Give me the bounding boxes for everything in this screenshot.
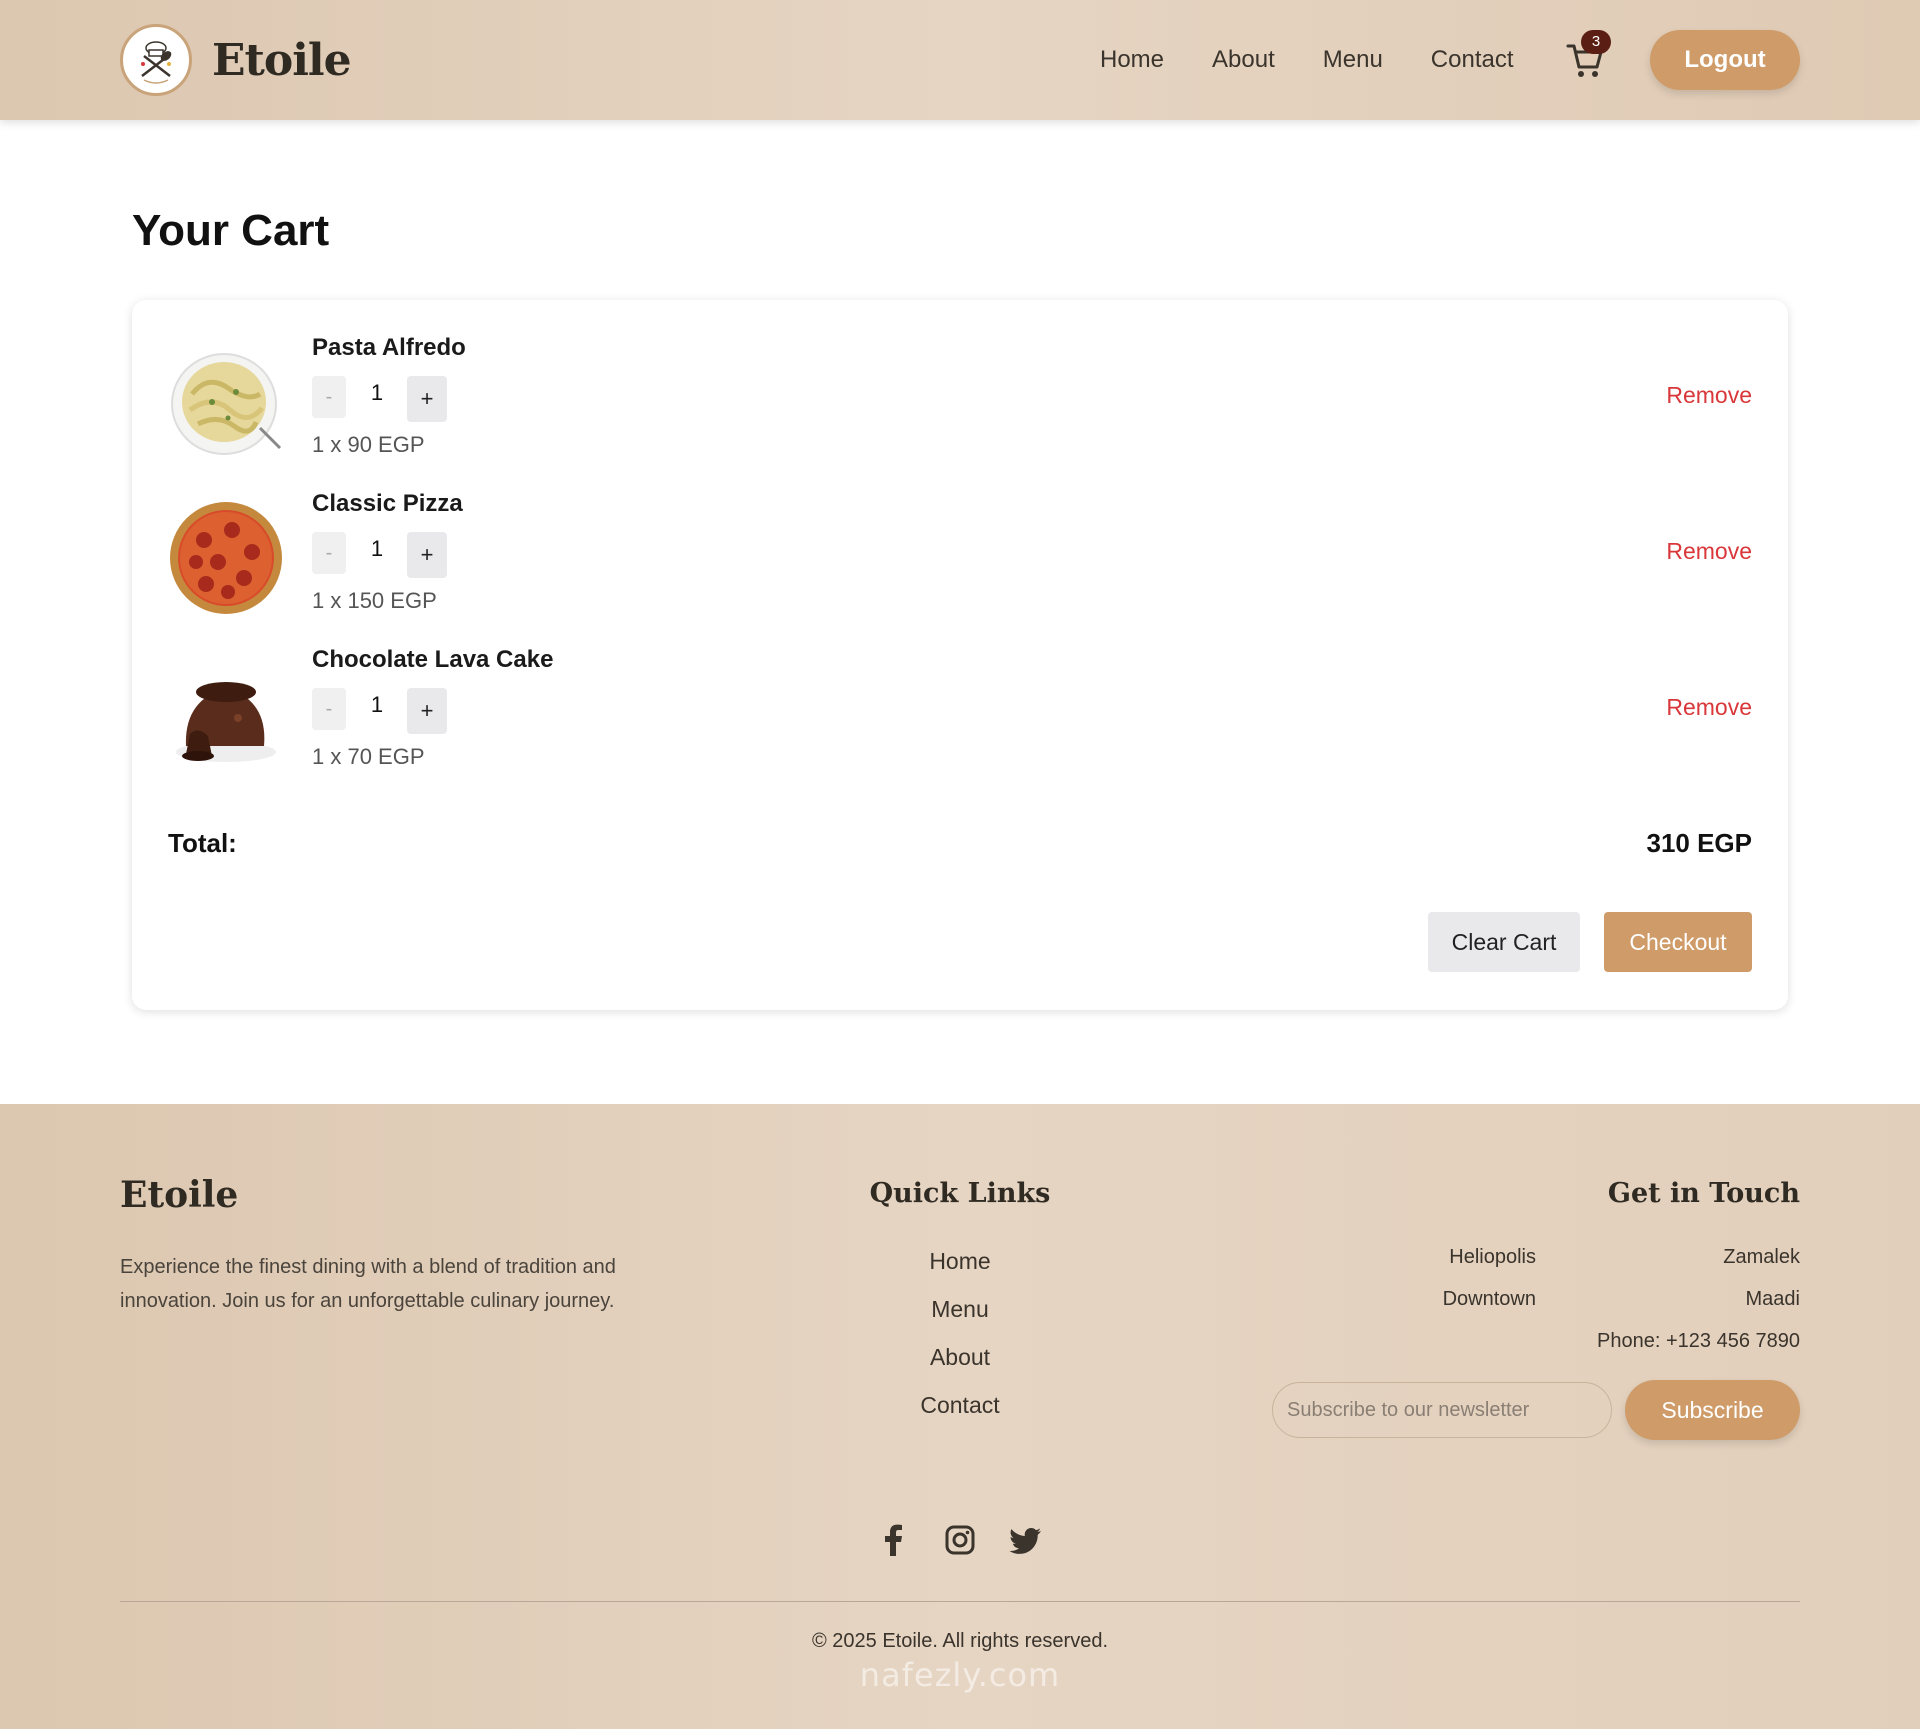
classic-pizza-image <box>168 500 284 616</box>
increase-quantity-button[interactable]: + <box>407 376 447 422</box>
watermark: nafezly.com <box>859 1656 1061 1694</box>
footer-link-contact[interactable]: Contact <box>860 1392 1060 1419</box>
instagram-icon[interactable] <box>942 1522 978 1558</box>
increase-quantity-button[interactable]: + <box>407 532 447 578</box>
nav-about[interactable]: About <box>1212 46 1275 74</box>
main-nav: Home About Menu Contact <box>1100 46 1514 74</box>
logo[interactable]: Etoile <box>120 24 352 96</box>
quantity-value: 1 <box>370 692 384 717</box>
clear-cart-button[interactable]: Clear Cart <box>1428 912 1580 972</box>
footer-link-home[interactable]: Home <box>860 1248 1060 1275</box>
remove-item-button[interactable]: Remove <box>1666 694 1752 721</box>
increase-quantity-button[interactable]: + <box>407 688 447 734</box>
subscribe-button[interactable]: Subscribe <box>1625 1380 1800 1440</box>
chef-logo-icon <box>120 24 192 96</box>
quick-links-title: Quick Links <box>869 1178 1051 1209</box>
decrease-quantity-button[interactable]: - <box>312 532 346 574</box>
total-value: 310 EGP <box>1646 828 1752 858</box>
chocolate-lava-cake-image <box>168 656 284 772</box>
location-heliopolis: Heliopolis <box>1449 1246 1536 1268</box>
footer: Etoile Experience the finest dining with… <box>0 1104 1920 1729</box>
remove-item-button[interactable]: Remove <box>1666 382 1752 409</box>
logout-button[interactable]: Logout <box>1650 30 1800 90</box>
copyright: © 2025 Etoile. All rights reserved. <box>812 1630 1108 1652</box>
item-name: Pasta Alfredo <box>312 334 466 361</box>
cart-card: Pasta Alfredo - 1 + 1 x 90 EGP Remove Cl… <box>132 300 1788 1010</box>
quantity-value: 1 <box>370 380 384 405</box>
pasta-alfredo-image <box>168 344 284 460</box>
footer-divider <box>120 1601 1800 1602</box>
nav-menu[interactable]: Menu <box>1323 46 1383 74</box>
cart-item: Pasta Alfredo - 1 + 1 x 90 EGP Remove <box>132 334 1788 484</box>
footer-link-menu[interactable]: Menu <box>860 1296 1060 1323</box>
twitter-icon[interactable] <box>1008 1522 1044 1558</box>
cart-item: Classic Pizza - 1 + 1 x 150 EGP Remove <box>132 490 1788 640</box>
cart-count-badge: 3 <box>1581 30 1611 54</box>
cart-item: Chocolate Lava Cake - 1 + 1 x 70 EGP Rem… <box>132 646 1788 796</box>
total-label: Total: <box>168 828 237 858</box>
item-price: 1 x 150 EGP <box>312 588 437 613</box>
item-name: Chocolate Lava Cake <box>312 646 554 673</box>
checkout-button[interactable]: Checkout <box>1604 912 1752 972</box>
location-zamalek: Zamalek <box>1723 1246 1800 1268</box>
footer-description: Experience the finest dining with a blen… <box>120 1256 616 1312</box>
item-price: 1 x 90 EGP <box>312 432 425 457</box>
decrease-quantity-button[interactable]: - <box>312 376 346 418</box>
quantity-value: 1 <box>370 536 384 561</box>
remove-item-button[interactable]: Remove <box>1666 538 1752 565</box>
page-title: Your Cart <box>132 206 330 255</box>
item-name: Classic Pizza <box>312 490 463 517</box>
phone-number: Phone: +123 456 7890 <box>1597 1330 1800 1352</box>
decrease-quantity-button[interactable]: - <box>312 688 346 730</box>
brand-name: Etoile <box>212 34 352 86</box>
nav-contact[interactable]: Contact <box>1431 46 1514 74</box>
footer-brand: Etoile <box>120 1174 239 1216</box>
facebook-icon[interactable] <box>876 1522 912 1558</box>
item-price: 1 x 70 EGP <box>312 744 425 769</box>
newsletter-input[interactable] <box>1272 1382 1612 1438</box>
location-maadi: Maadi <box>1745 1288 1800 1310</box>
footer-link-about[interactable]: About <box>860 1344 1060 1371</box>
location-downtown: Downtown <box>1442 1288 1536 1310</box>
get-in-touch-title: Get in Touch <box>1607 1178 1800 1209</box>
nav-home[interactable]: Home <box>1100 46 1164 74</box>
navbar: Etoile Home About Menu Contact 3 Logout <box>0 0 1920 120</box>
